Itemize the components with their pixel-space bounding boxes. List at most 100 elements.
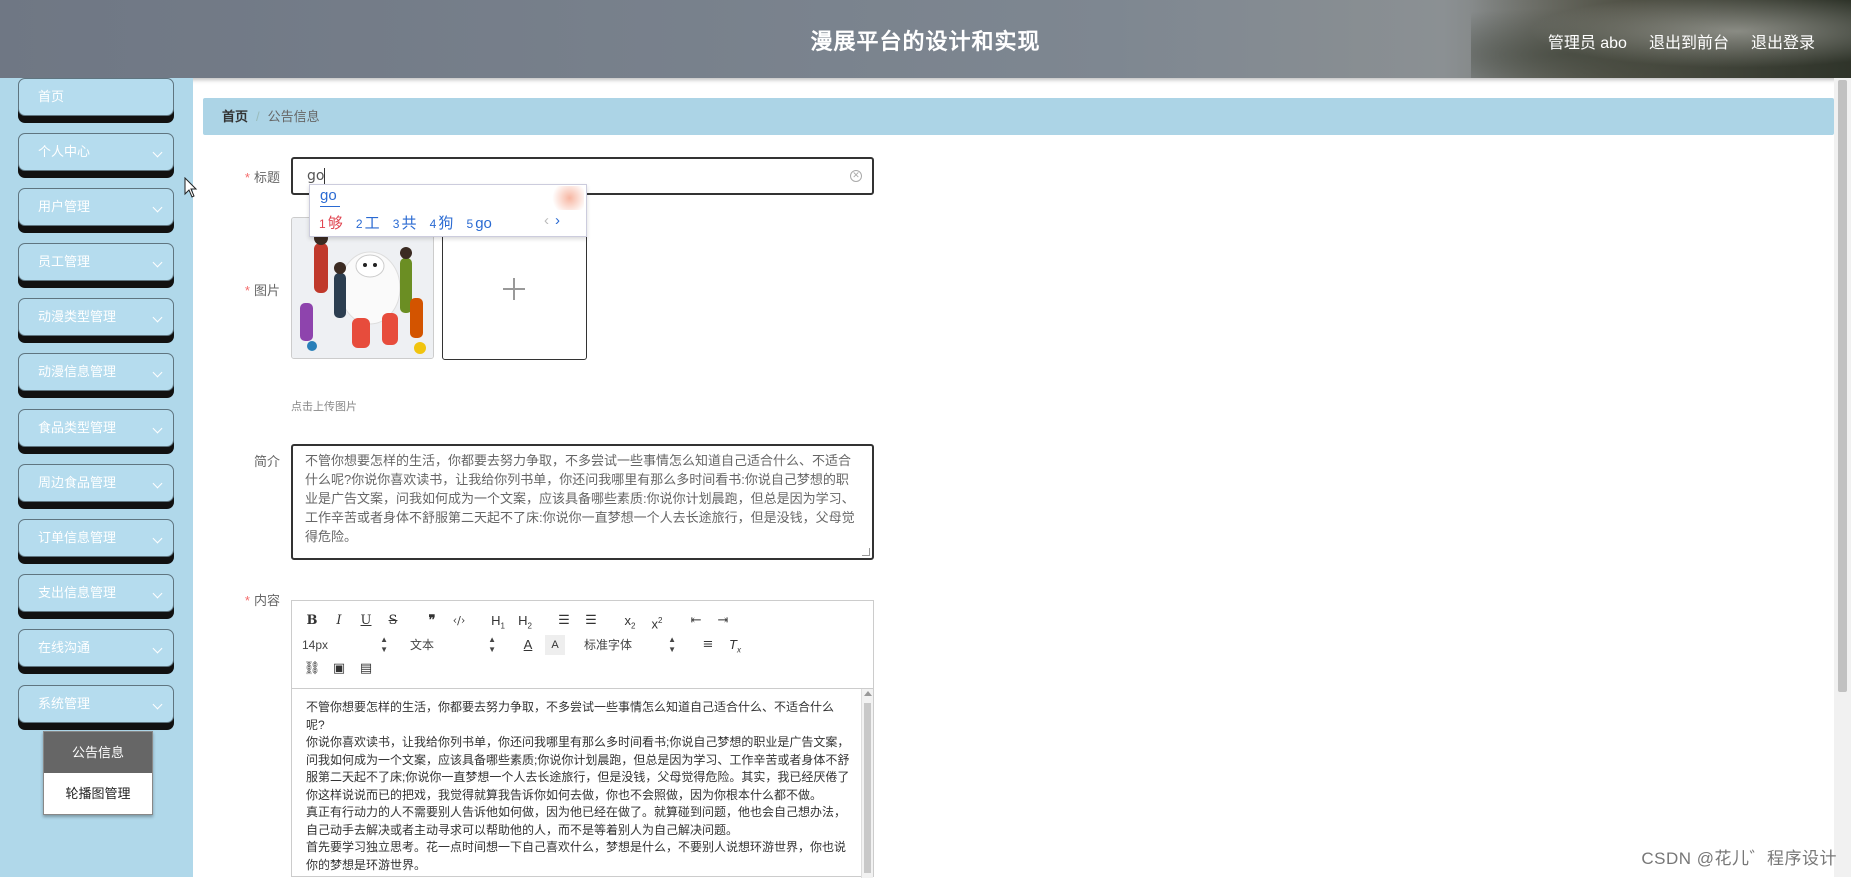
ime-candidate[interactable]: 4狗 <box>430 215 454 232</box>
scroll-up-icon[interactable] <box>864 691 872 696</box>
ime-composition-underline <box>320 206 340 207</box>
editor-scrollbar-thumb[interactable] <box>864 703 871 873</box>
breadcrumb-home[interactable]: 首页 <box>222 109 248 124</box>
editor-paragraph: 真正有行动力的人不需要别人告诉他如何做，因为他已经在做了。就算碰到问题，他也会自… <box>306 805 847 837</box>
rich-text-editor: B I U S ❞ ‹/› H1 H2 ☰ ☰ x2 x2 ⇤ ⇥ 14px ▲ ▼… <box>291 600 874 878</box>
text-color-icon[interactable]: A <box>518 635 538 655</box>
strikethrough-icon[interactable]: S <box>383 611 403 631</box>
sidebar-item-food-type-management[interactable]: 食品类型管理 <box>18 409 174 447</box>
sidebar-item-system-management[interactable]: 系统管理 <box>18 685 174 723</box>
ime-candidate-list: 1够 2工 3共 4狗 5 go <box>319 212 501 233</box>
ime-candidate[interactable]: 1够 <box>319 215 343 232</box>
editor-scrollbar[interactable] <box>861 689 873 878</box>
chevron-down-icon <box>152 257 163 268</box>
outdent-icon[interactable]: ⇤ <box>686 611 706 631</box>
chevron-down-icon <box>152 312 163 323</box>
ime-candidate[interactable]: 5 go <box>467 215 492 232</box>
sidebar-item-user-management[interactable]: 用户管理 <box>18 188 174 226</box>
select-arrows-icon: ▲ ▼ <box>668 635 676 654</box>
image-icon[interactable]: ▣ <box>329 659 349 679</box>
top-header: 漫展平台的设计和实现 管理员 abo 退出到前台 退出登录 <box>0 0 1851 78</box>
sidebar-item-anime-info-management[interactable]: 动漫信息管理 <box>18 353 174 391</box>
block-type-select[interactable]: 文本 ▲ ▼ <box>410 635 496 655</box>
align-icon[interactable]: ≡ <box>698 635 718 655</box>
clear-icon[interactable]: ✕ <box>850 170 862 182</box>
sidebar-item-order-management[interactable]: 订单信息管理 <box>18 519 174 557</box>
font-size-select[interactable]: 14px ▲ ▼ <box>302 635 388 655</box>
ime-candidate-number: 4 <box>429 217 437 231</box>
ime-candidate[interactable]: 3共 <box>393 215 417 232</box>
mouse-pointer-icon <box>184 177 198 198</box>
clear-format-icon[interactable]: Tx <box>725 635 745 655</box>
text-caret <box>324 168 326 184</box>
ordered-list-icon[interactable]: ☰ <box>554 611 574 631</box>
superscript-icon[interactable]: x2 <box>647 611 667 631</box>
resize-handle[interactable] <box>862 548 870 556</box>
font-family-select[interactable]: 标准字体 ▲ ▼ <box>584 635 676 655</box>
submenu-item-announcements[interactable]: 公告信息 <box>44 732 152 773</box>
logout-link[interactable]: 退出登录 <box>1751 29 1815 53</box>
blockquote-icon[interactable]: ❞ <box>422 611 442 631</box>
editor-content[interactable]: 不管你想要怎样的生活，你都要去努力争取，不多尝试一些事情怎么知道自己适合什么、不… <box>292 689 863 878</box>
heading-1-icon[interactable]: H1 <box>488 611 508 631</box>
bullet-list-icon[interactable]: ☰ <box>581 611 601 631</box>
watermark: CSDN @花儿゛程序设计 <box>1641 849 1837 868</box>
heading-2-icon[interactable]: H2 <box>515 611 535 631</box>
editor-paragraph: 你说你喜欢读书，让我给你列书单，你还问我哪里有那么多时间看书;你说自己梦想的职业… <box>306 735 850 802</box>
sidebar-item-label: 支出信息管理 <box>38 585 117 600</box>
select-arrows-icon: ▲ ▼ <box>488 635 496 654</box>
sidebar-item-label: 用户管理 <box>38 199 91 214</box>
page-scrollbar-thumb[interactable] <box>1838 80 1847 692</box>
sidebar-item-expense-management[interactable]: 支出信息管理 <box>18 574 174 612</box>
ime-candidate-text: 工 <box>364 215 380 232</box>
ime-candidate[interactable]: 2工 <box>356 215 380 232</box>
ime-prev-page-icon[interactable]: ‹ <box>544 212 549 229</box>
code-block-icon[interactable]: ‹/› <box>449 611 469 631</box>
ime-candidate-number: 2 <box>355 217 363 231</box>
sidebar-item-staff-management[interactable]: 员工管理 <box>18 243 174 281</box>
required-mark: * <box>244 170 250 185</box>
image-upload-button[interactable] <box>442 217 587 360</box>
admin-user-label: 管理员 abo <box>1547 35 1627 52</box>
sidebar-item-merch-food-management[interactable]: 周边食品管理 <box>18 464 174 502</box>
ime-page-nav: ‹ › <box>544 212 560 229</box>
sidebar-item-label: 系统管理 <box>38 696 91 711</box>
ime-candidate-number: 1 <box>319 217 326 231</box>
background-color-icon[interactable]: A <box>545 635 565 655</box>
sidebar-item-label: 动漫类型管理 <box>38 309 117 324</box>
sidebar-item-personal-center[interactable]: 个人中心 <box>18 133 174 171</box>
page-scrollbar[interactable] <box>1834 78 1851 877</box>
chevron-down-icon <box>152 588 163 599</box>
chevron-down-icon <box>152 478 163 489</box>
image-field-label: * 图片 <box>200 280 280 299</box>
title-label-text: 标题 <box>253 170 280 185</box>
sidebar-item-online-chat[interactable]: 在线沟通 <box>18 629 174 667</box>
video-icon[interactable]: ▤ <box>356 659 376 679</box>
intro-textarea[interactable]: 不管你想要怎样的生活，你都要去努力争取，不多尝试一些事情怎么知道自己适合什么、不… <box>291 444 874 560</box>
font-size-value: 14px <box>302 638 329 652</box>
sidebar-item-anime-type-management[interactable]: 动漫类型管理 <box>18 298 174 336</box>
header-links: 管理员 abo 退出到前台 退出登录 <box>1548 29 1815 53</box>
intro-label-text: 简介 <box>253 454 280 469</box>
underline-icon[interactable]: U <box>356 611 376 631</box>
exit-to-front-link[interactable]: 退出到前台 <box>1649 29 1729 53</box>
uploaded-image-thumbnail[interactable] <box>291 217 434 359</box>
select-arrows-icon: ▲ ▼ <box>380 635 388 654</box>
submenu-item-carousel[interactable]: 轮播图管理 <box>44 773 152 814</box>
sidebar-item-label: 周边食品管理 <box>38 475 117 490</box>
ime-candidate-number: 5 <box>466 217 474 231</box>
ime-candidate-popup: go 1够 2工 3共 4狗 5 go ‹ › <box>309 184 587 237</box>
ime-next-page-icon[interactable]: › <box>555 212 560 229</box>
indent-icon[interactable]: ⇥ <box>713 611 733 631</box>
subscript-icon[interactable]: x2 <box>620 611 640 631</box>
sidebar-item-label: 食品类型管理 <box>38 420 117 435</box>
ime-composition: go <box>320 187 337 204</box>
editor-toolbar: B I U S ❞ ‹/› H1 H2 ☰ ☰ x2 x2 ⇤ ⇥ 14px ▲ ▼… <box>292 601 873 689</box>
italic-icon[interactable]: I <box>329 611 349 631</box>
ime-candidate-text: go <box>475 215 492 232</box>
link-icon[interactable]: ⛓ <box>302 659 322 679</box>
bold-icon[interactable]: B <box>302 611 322 631</box>
title-input-value: go <box>307 168 325 184</box>
sidebar-item-home[interactable]: 首页 <box>18 78 174 116</box>
sidebar-item-label: 个人中心 <box>38 144 91 159</box>
